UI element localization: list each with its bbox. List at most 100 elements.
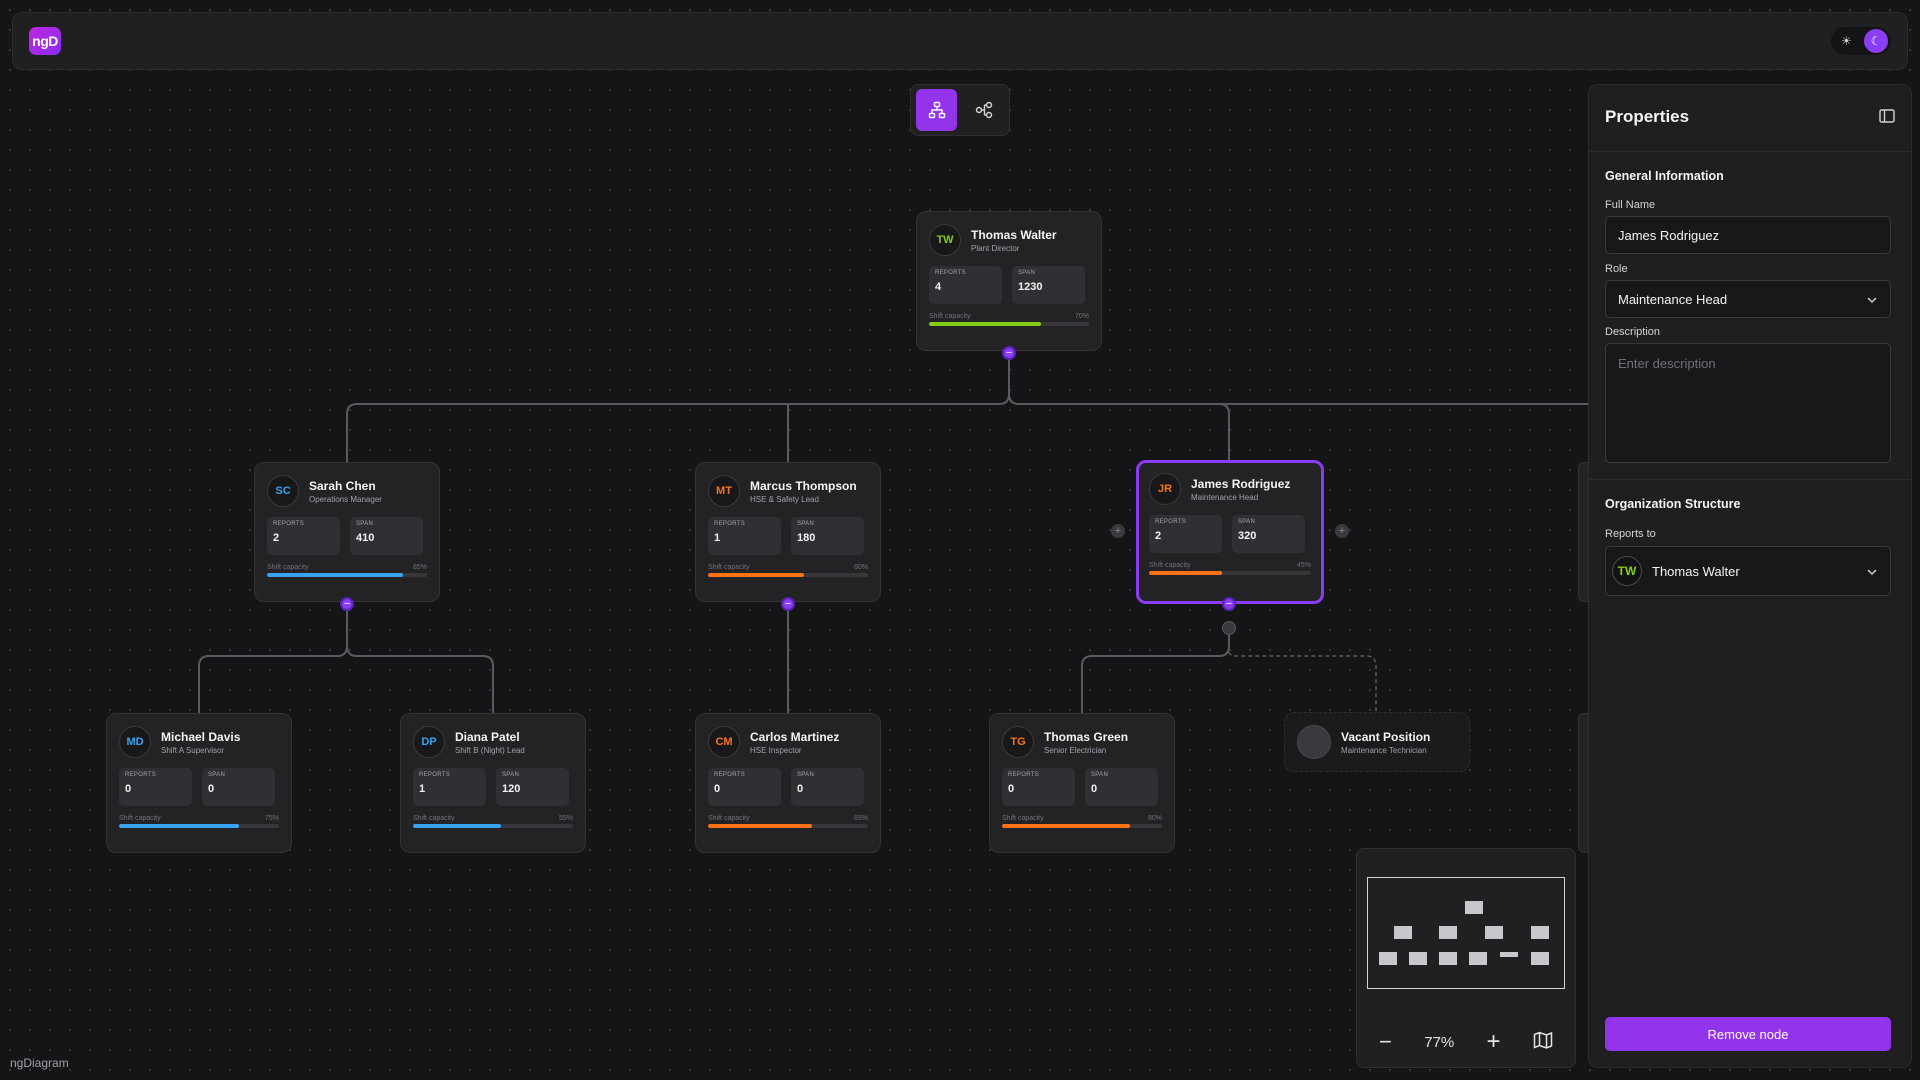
capacity-value: 60%	[853, 564, 868, 571]
span-value: 180	[797, 532, 816, 544]
avatar: TW	[929, 224, 961, 256]
capacity-bar	[413, 824, 573, 828]
reports-label: REPORTS	[273, 521, 304, 527]
reports-to-value: Thomas Walter	[1652, 563, 1740, 579]
role-label: Role	[1605, 263, 1628, 275]
capacity-value: 45%	[1296, 562, 1311, 569]
collapse-handle[interactable]: –	[781, 597, 795, 611]
divider	[1589, 151, 1911, 152]
map-icon	[1533, 1031, 1553, 1049]
reports-label: REPORTS	[714, 772, 745, 778]
minimap-node	[1500, 952, 1518, 957]
role-select[interactable]: Maintenance Head	[1605, 280, 1891, 318]
span-label: SPAN	[502, 772, 520, 778]
reports-to-select[interactable]: TW Thomas Walter	[1605, 546, 1891, 596]
reports-value: 0	[125, 783, 132, 795]
capacity-bar	[267, 573, 427, 577]
span-label: SPAN	[208, 772, 226, 778]
properties-panel: Properties General Information Full Name…	[1588, 84, 1912, 1068]
collapse-handle[interactable]: –	[1002, 346, 1016, 360]
minimap: − 77% +	[1356, 848, 1576, 1068]
node-diana-patel[interactable]: DP Diana Patel Shift B (Night) Lead REPO…	[400, 713, 586, 853]
node-carlos-martinez[interactable]: CM Carlos Martinez HSE Inspector REPORTS…	[695, 713, 881, 853]
span-stat: SPAN 1230	[1012, 266, 1085, 304]
node-role: Operations Manager	[309, 494, 382, 504]
add-sibling-right-button[interactable]: +	[1335, 524, 1349, 538]
capacity-fill	[413, 824, 501, 828]
node-role: Shift A Supervisor	[161, 745, 225, 755]
span-label: SPAN	[356, 521, 374, 527]
add-child-handle[interactable]	[1222, 621, 1236, 635]
node-role: Senior Electrician	[1044, 745, 1107, 755]
avatar: DP	[413, 726, 445, 758]
collapse-handle[interactable]: –	[1222, 597, 1236, 611]
reports-stat: REPORTS 4	[929, 266, 1002, 304]
span-value: 320	[1238, 530, 1257, 542]
capacity-fill	[929, 322, 1041, 326]
span-value: 1230	[1018, 281, 1043, 293]
edge-chen-patel	[346, 645, 494, 713]
node-role: Maintenance Technician	[1341, 745, 1427, 755]
capacity-label: Shift capacity	[708, 564, 750, 571]
minimap-node	[1465, 901, 1483, 914]
node-role: Maintenance Head	[1191, 492, 1259, 502]
zoom-in-button[interactable]: +	[1487, 1028, 1501, 1056]
minimap-node	[1531, 926, 1549, 939]
node-thomas-walter[interactable]: TW Thomas Walter Plant Director REPORTS 4…	[916, 211, 1102, 351]
span-value: 0	[797, 783, 804, 795]
map-toggle-button[interactable]	[1533, 1031, 1553, 1054]
reports-value: 2	[1155, 530, 1162, 542]
collapse-panel-button[interactable]	[1879, 109, 1895, 128]
zoom-out-button[interactable]: −	[1379, 1029, 1392, 1055]
chevron-down-icon	[1866, 292, 1878, 307]
avatar: TG	[1002, 726, 1034, 758]
span-stat: SPAN 180	[791, 517, 864, 555]
full-name-label: Full Name	[1605, 199, 1656, 211]
node-vacant-position[interactable]: Vacant Position Maintenance Technician	[1284, 712, 1470, 772]
full-name-input[interactable]: James Rodriguez	[1605, 216, 1891, 254]
reports-value: 0	[1008, 783, 1015, 795]
node-name: Carlos Martinez	[750, 729, 840, 744]
span-value: 120	[502, 783, 521, 795]
node-michael-davis[interactable]: MD Michael Davis Shift A Supervisor REPO…	[106, 713, 292, 853]
node-marcus-thompson[interactable]: MT Marcus Thompson HSE & Safety Lead REP…	[695, 462, 881, 602]
full-name-value: James Rodriguez	[1618, 227, 1720, 243]
node-role: Shift B (Night) Lead	[455, 745, 525, 755]
node-sarah-chen[interactable]: SC Sarah Chen Operations Manager REPORTS…	[254, 462, 440, 602]
reports-to-label: Reports to	[1605, 528, 1656, 540]
node-name: Thomas Green	[1044, 729, 1129, 744]
node-james-rodriguez[interactable]: JR James Rodriguez Maintenance Head REPO…	[1136, 460, 1324, 604]
edge-walter-chen	[346, 353, 1010, 462]
minimap-node	[1531, 952, 1549, 965]
avatar: MT	[708, 475, 740, 507]
node-thomas-green[interactable]: TG Thomas Green Senior Electrician REPOR…	[989, 713, 1175, 853]
span-label: SPAN	[797, 772, 815, 778]
description-textarea[interactable]: Enter description	[1605, 343, 1891, 463]
description-label: Description	[1605, 326, 1661, 338]
add-sibling-left-button[interactable]: +	[1111, 524, 1125, 538]
capacity-bar	[929, 322, 1089, 326]
reports-label: REPORTS	[419, 772, 450, 778]
reports-value: 2	[273, 532, 280, 544]
node-role: HSE & Safety Lead	[750, 494, 819, 504]
remove-node-button[interactable]: Remove node	[1605, 1017, 1891, 1051]
node-name: Thomas Walter	[971, 227, 1057, 242]
collapse-handle[interactable]: –	[340, 597, 354, 611]
capacity-fill	[119, 824, 239, 828]
edge-chen-davis	[198, 604, 348, 713]
capacity-fill	[1149, 571, 1222, 575]
node-name: Sarah Chen	[309, 478, 376, 493]
span-label: SPAN	[1018, 270, 1036, 276]
capacity-label: Shift capacity	[413, 815, 455, 822]
reports-stat: REPORTS 2	[1149, 515, 1222, 553]
org-section-title: Organization Structure	[1605, 497, 1741, 511]
span-stat: SPAN 320	[1232, 515, 1305, 553]
reports-stat: REPORTS 0	[1002, 768, 1075, 806]
zoom-controls: − 77% +	[1357, 1017, 1575, 1067]
capacity-bar	[1002, 824, 1162, 828]
node-name: James Rodriguez	[1191, 476, 1291, 491]
avatar: SC	[267, 475, 299, 507]
reports-value: 4	[935, 281, 942, 293]
span-value: 0	[208, 783, 215, 795]
span-stat: SPAN 410	[350, 517, 423, 555]
